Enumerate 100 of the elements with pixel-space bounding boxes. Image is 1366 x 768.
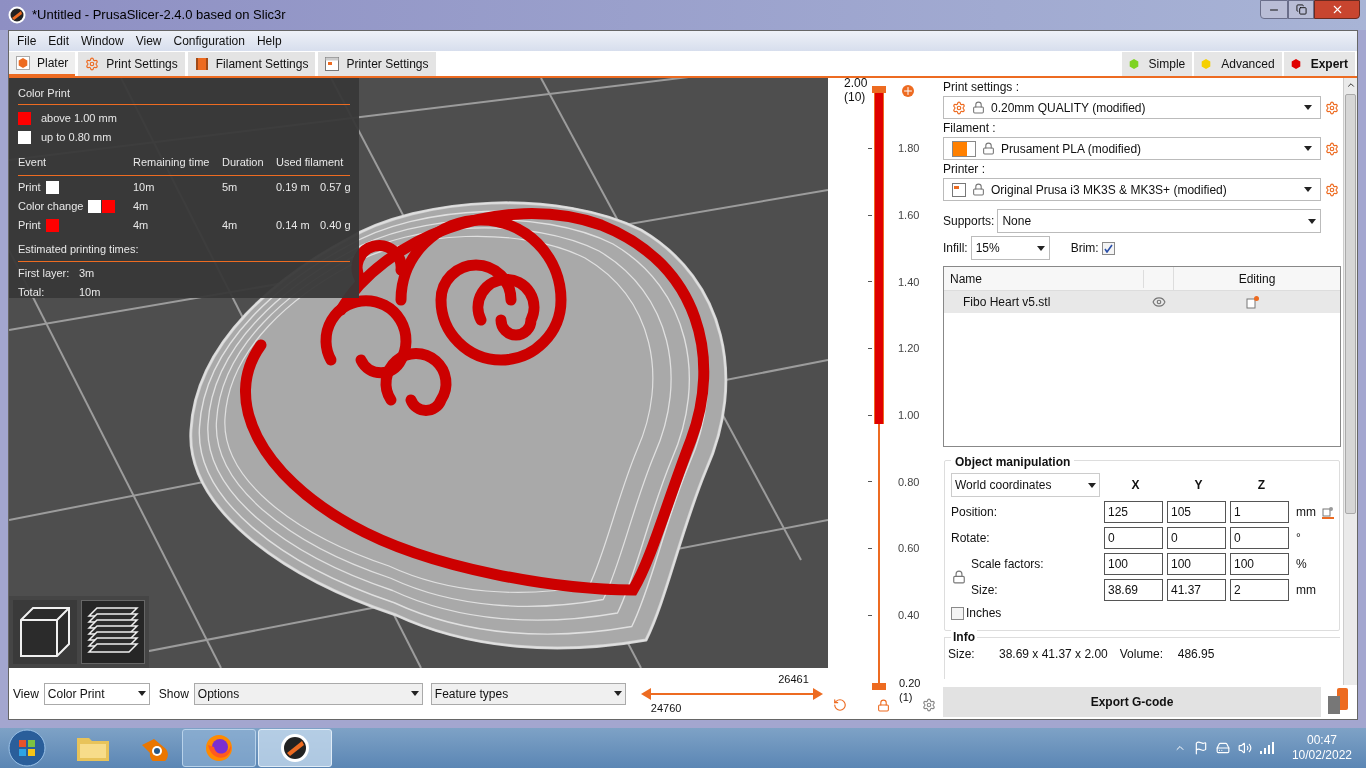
remaining-time: 4m <box>133 199 150 215</box>
restore-icon <box>1295 4 1307 15</box>
input-field[interactable]: 0 <box>1167 527 1226 549</box>
start-button[interactable] <box>8 729 46 767</box>
gear-icon[interactable] <box>1325 182 1339 197</box>
speaker-icon[interactable] <box>1237 741 1252 755</box>
lock-icon[interactable] <box>952 570 966 584</box>
export-gcode-button[interactable]: Export G-code <box>943 687 1321 717</box>
drop-to-bed-icon[interactable] <box>1322 505 1334 519</box>
input-field[interactable]: 0 <box>1230 527 1289 549</box>
app-logo-icon <box>280 733 310 763</box>
spool-icon <box>194 56 209 71</box>
3d-view-button[interactable] <box>13 600 77 664</box>
tick-label: 1.20 <box>898 341 920 357</box>
dropdown-caret-icon <box>1304 105 1312 110</box>
preview-button[interactable] <box>81 600 145 664</box>
mode-button[interactable]: Advanced <box>1194 51 1282 76</box>
mode-button[interactable]: Simple <box>1121 51 1193 76</box>
eye-icon[interactable] <box>1152 295 1166 309</box>
inches-checkbox[interactable] <box>951 606 964 620</box>
input-field[interactable]: 38.69 <box>1104 579 1163 601</box>
input-field[interactable]: 125 <box>1104 501 1163 523</box>
slider-thumb[interactable] <box>872 86 886 93</box>
menu-item[interactable]: View <box>129 32 168 50</box>
slider-thumb[interactable] <box>640 687 651 700</box>
field-label: Size: <box>971 582 998 599</box>
menu-item[interactable]: Window <box>75 32 130 50</box>
input-field[interactable]: 105 <box>1167 501 1226 523</box>
drive-icon[interactable] <box>1215 741 1230 755</box>
edit-icon[interactable] <box>1246 295 1260 309</box>
remaining-time: 4m <box>133 218 150 234</box>
clock-date: 10/02/2022 <box>1291 748 1352 763</box>
dropdown-caret-icon <box>1308 218 1317 224</box>
inches-label: Inches <box>966 605 1002 622</box>
add-color-change-icon[interactable] <box>902 85 914 97</box>
gear-icon[interactable] <box>922 698 936 712</box>
bottom-layer-height: 0.20 <box>899 675 921 690</box>
legend-title: Color Print <box>18 86 71 100</box>
field-label: Scale factors: <box>971 556 1044 573</box>
horizontal-slider[interactable] <box>640 687 823 700</box>
slider-thumb[interactable] <box>872 683 886 690</box>
menu-item[interactable]: File <box>11 32 43 50</box>
move-start-value: 24760 <box>650 700 683 716</box>
flag-icon[interactable] <box>1193 741 1208 755</box>
view-label: View <box>13 685 39 703</box>
signal-icon[interactable] <box>1259 742 1274 754</box>
menu-item[interactable]: Edit <box>42 32 76 50</box>
taskbar-button[interactable] <box>258 729 332 767</box>
input-field[interactable]: 0 <box>1104 527 1163 549</box>
input-field[interactable]: 100 <box>1104 553 1163 575</box>
range-label: up to 0.80 mm <box>41 130 112 146</box>
tab[interactable]: Filament Settings <box>187 51 316 76</box>
scroll-up-icon[interactable] <box>1345 80 1356 90</box>
input-field[interactable]: 1 <box>1230 501 1289 523</box>
undo-icon[interactable] <box>833 698 847 712</box>
lock-icon[interactable] <box>877 698 890 712</box>
input-field[interactable]: 41.37 <box>1167 579 1226 601</box>
gear-icon[interactable] <box>1325 141 1339 156</box>
scrollbar[interactable] <box>1343 78 1357 685</box>
restore-button[interactable] <box>1288 0 1314 19</box>
duration: 5m <box>222 180 239 196</box>
time-label: First layer: <box>18 266 71 282</box>
gear-icon[interactable] <box>1325 100 1339 115</box>
minimize-button[interactable] <box>1260 0 1288 19</box>
brim-checkbox[interactable] <box>1101 241 1115 255</box>
preset-dropdown[interactable]: 0.20mm QUALITY (modified) <box>943 96 1321 119</box>
view-dropdown[interactable]: Color Print <box>43 682 150 705</box>
tick-label: 1.40 <box>898 274 920 290</box>
input-field[interactable]: 100 <box>1230 553 1289 575</box>
menu-item[interactable]: Configuration <box>167 32 251 50</box>
infill-dropdown[interactable]: 15% <box>970 236 1050 260</box>
feature-types-dropdown[interactable]: Feature types <box>430 682 626 705</box>
input-field[interactable]: 2 <box>1230 579 1289 601</box>
range-label: above 1.00 mm <box>41 111 117 127</box>
tab[interactable]: Printer Settings <box>318 51 436 76</box>
preset-dropdown[interactable]: Prusament PLA (modified) <box>943 137 1321 160</box>
input-field[interactable]: 100 <box>1167 553 1226 575</box>
dropdown-caret-icon <box>1036 245 1045 251</box>
top-layer-height: 2.00 <box>844 76 868 90</box>
tab[interactable]: Print Settings <box>78 51 185 76</box>
close-button[interactable] <box>1314 0 1360 19</box>
sd-card-icon[interactable] <box>1326 688 1350 716</box>
event-label: Print <box>18 218 41 234</box>
field-label: Position: <box>951 504 998 521</box>
unit-label: ° <box>1296 530 1301 547</box>
menu-item[interactable]: Help <box>250 32 288 50</box>
preset-dropdown[interactable]: Original Prusa i3 MK3S & MK3S+ (modified) <box>943 178 1321 201</box>
object-row[interactable]: Fibo Heart v5.stl <box>944 291 1340 313</box>
clock-time: 00:47 <box>1306 733 1337 748</box>
gear-icon <box>85 56 100 71</box>
time-label: Total: <box>18 285 46 301</box>
mode-button[interactable]: Expert <box>1283 51 1355 76</box>
printer-window-icon <box>325 56 340 71</box>
slider-thumb[interactable] <box>812 687 823 700</box>
coordinates-dropdown[interactable]: World coordinates <box>951 473 1100 497</box>
supports-dropdown[interactable]: None <box>997 209 1322 233</box>
show-dropdown[interactable]: Options <box>193 682 423 705</box>
tab[interactable]: Plater <box>9 51 76 76</box>
dropdown-caret-icon <box>410 691 419 696</box>
column-header: Remaining time <box>133 154 211 170</box>
